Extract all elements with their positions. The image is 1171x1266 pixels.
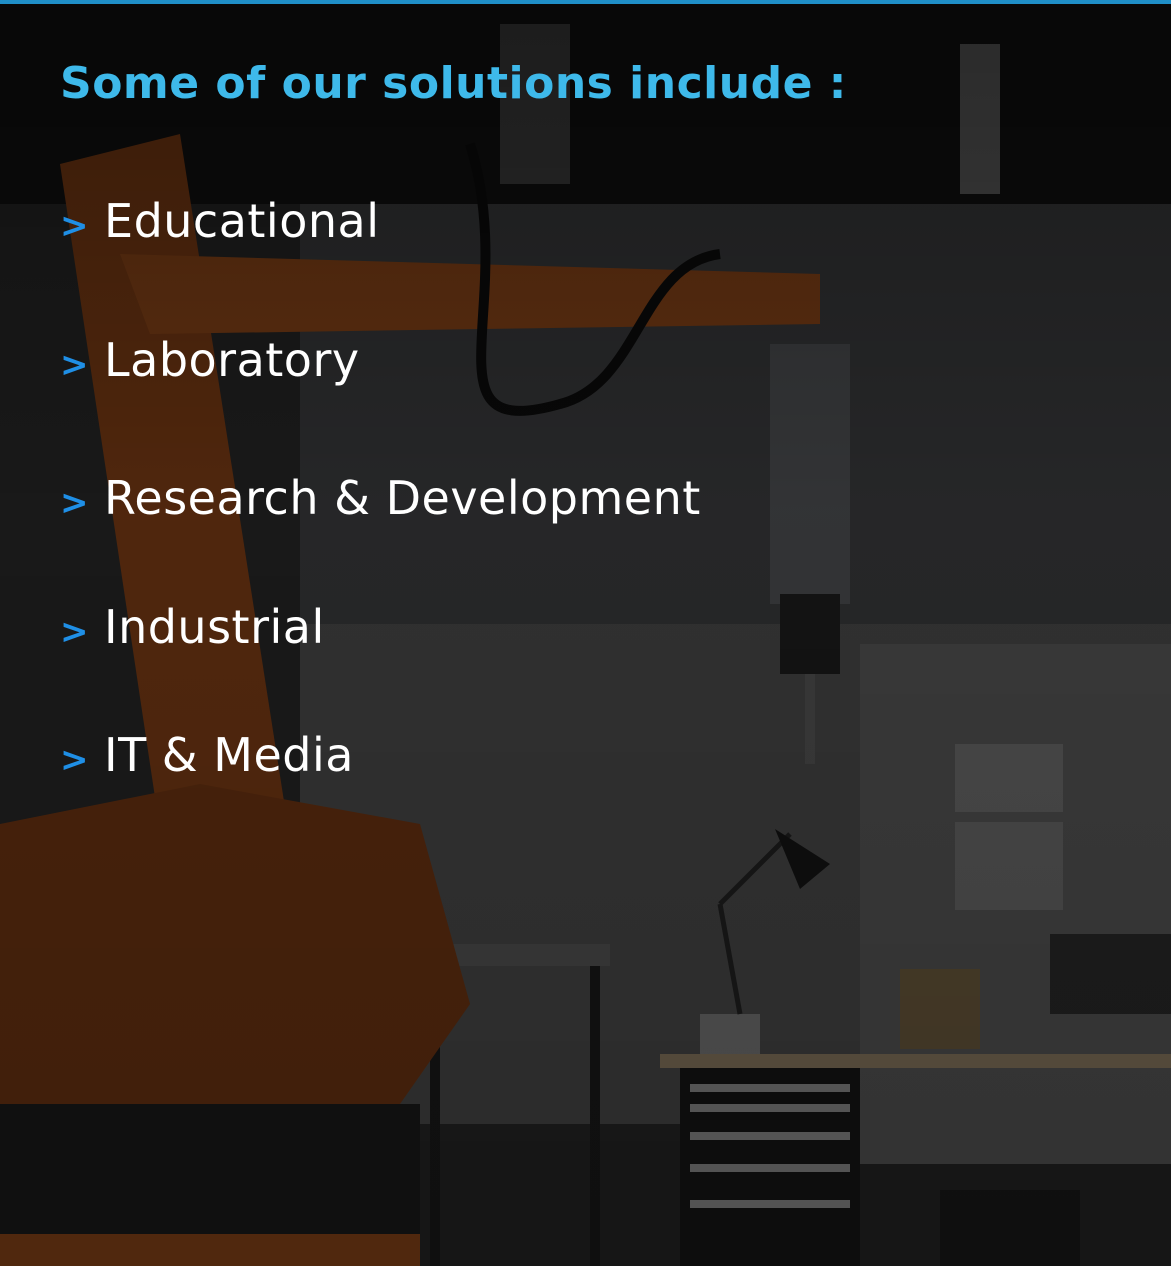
list-item-label: Industrial [104,600,325,654]
list-item-label: Laboratory [104,333,360,387]
list-item-laboratory: > Laboratory [60,333,360,387]
list-item-it-media: > IT & Media [60,728,354,782]
chevron-right-icon: > [60,206,89,246]
chevron-right-icon: > [60,612,89,652]
chevron-right-icon: > [60,345,89,385]
list-item-industrial: > Industrial [60,600,325,654]
list-item-educational: > Educational [60,194,379,248]
list-item-research-development: > Research & Development [60,471,701,525]
list-item-label: Educational [104,194,380,248]
list-item-label: IT & Media [104,728,354,782]
chevron-right-icon: > [60,740,89,780]
solutions-panel: Some of our solutions include : > Educat… [0,0,1171,1266]
section-heading: Some of our solutions include : [60,58,847,109]
list-item-label: Research & Development [104,471,701,525]
chevron-right-icon: > [60,483,89,523]
